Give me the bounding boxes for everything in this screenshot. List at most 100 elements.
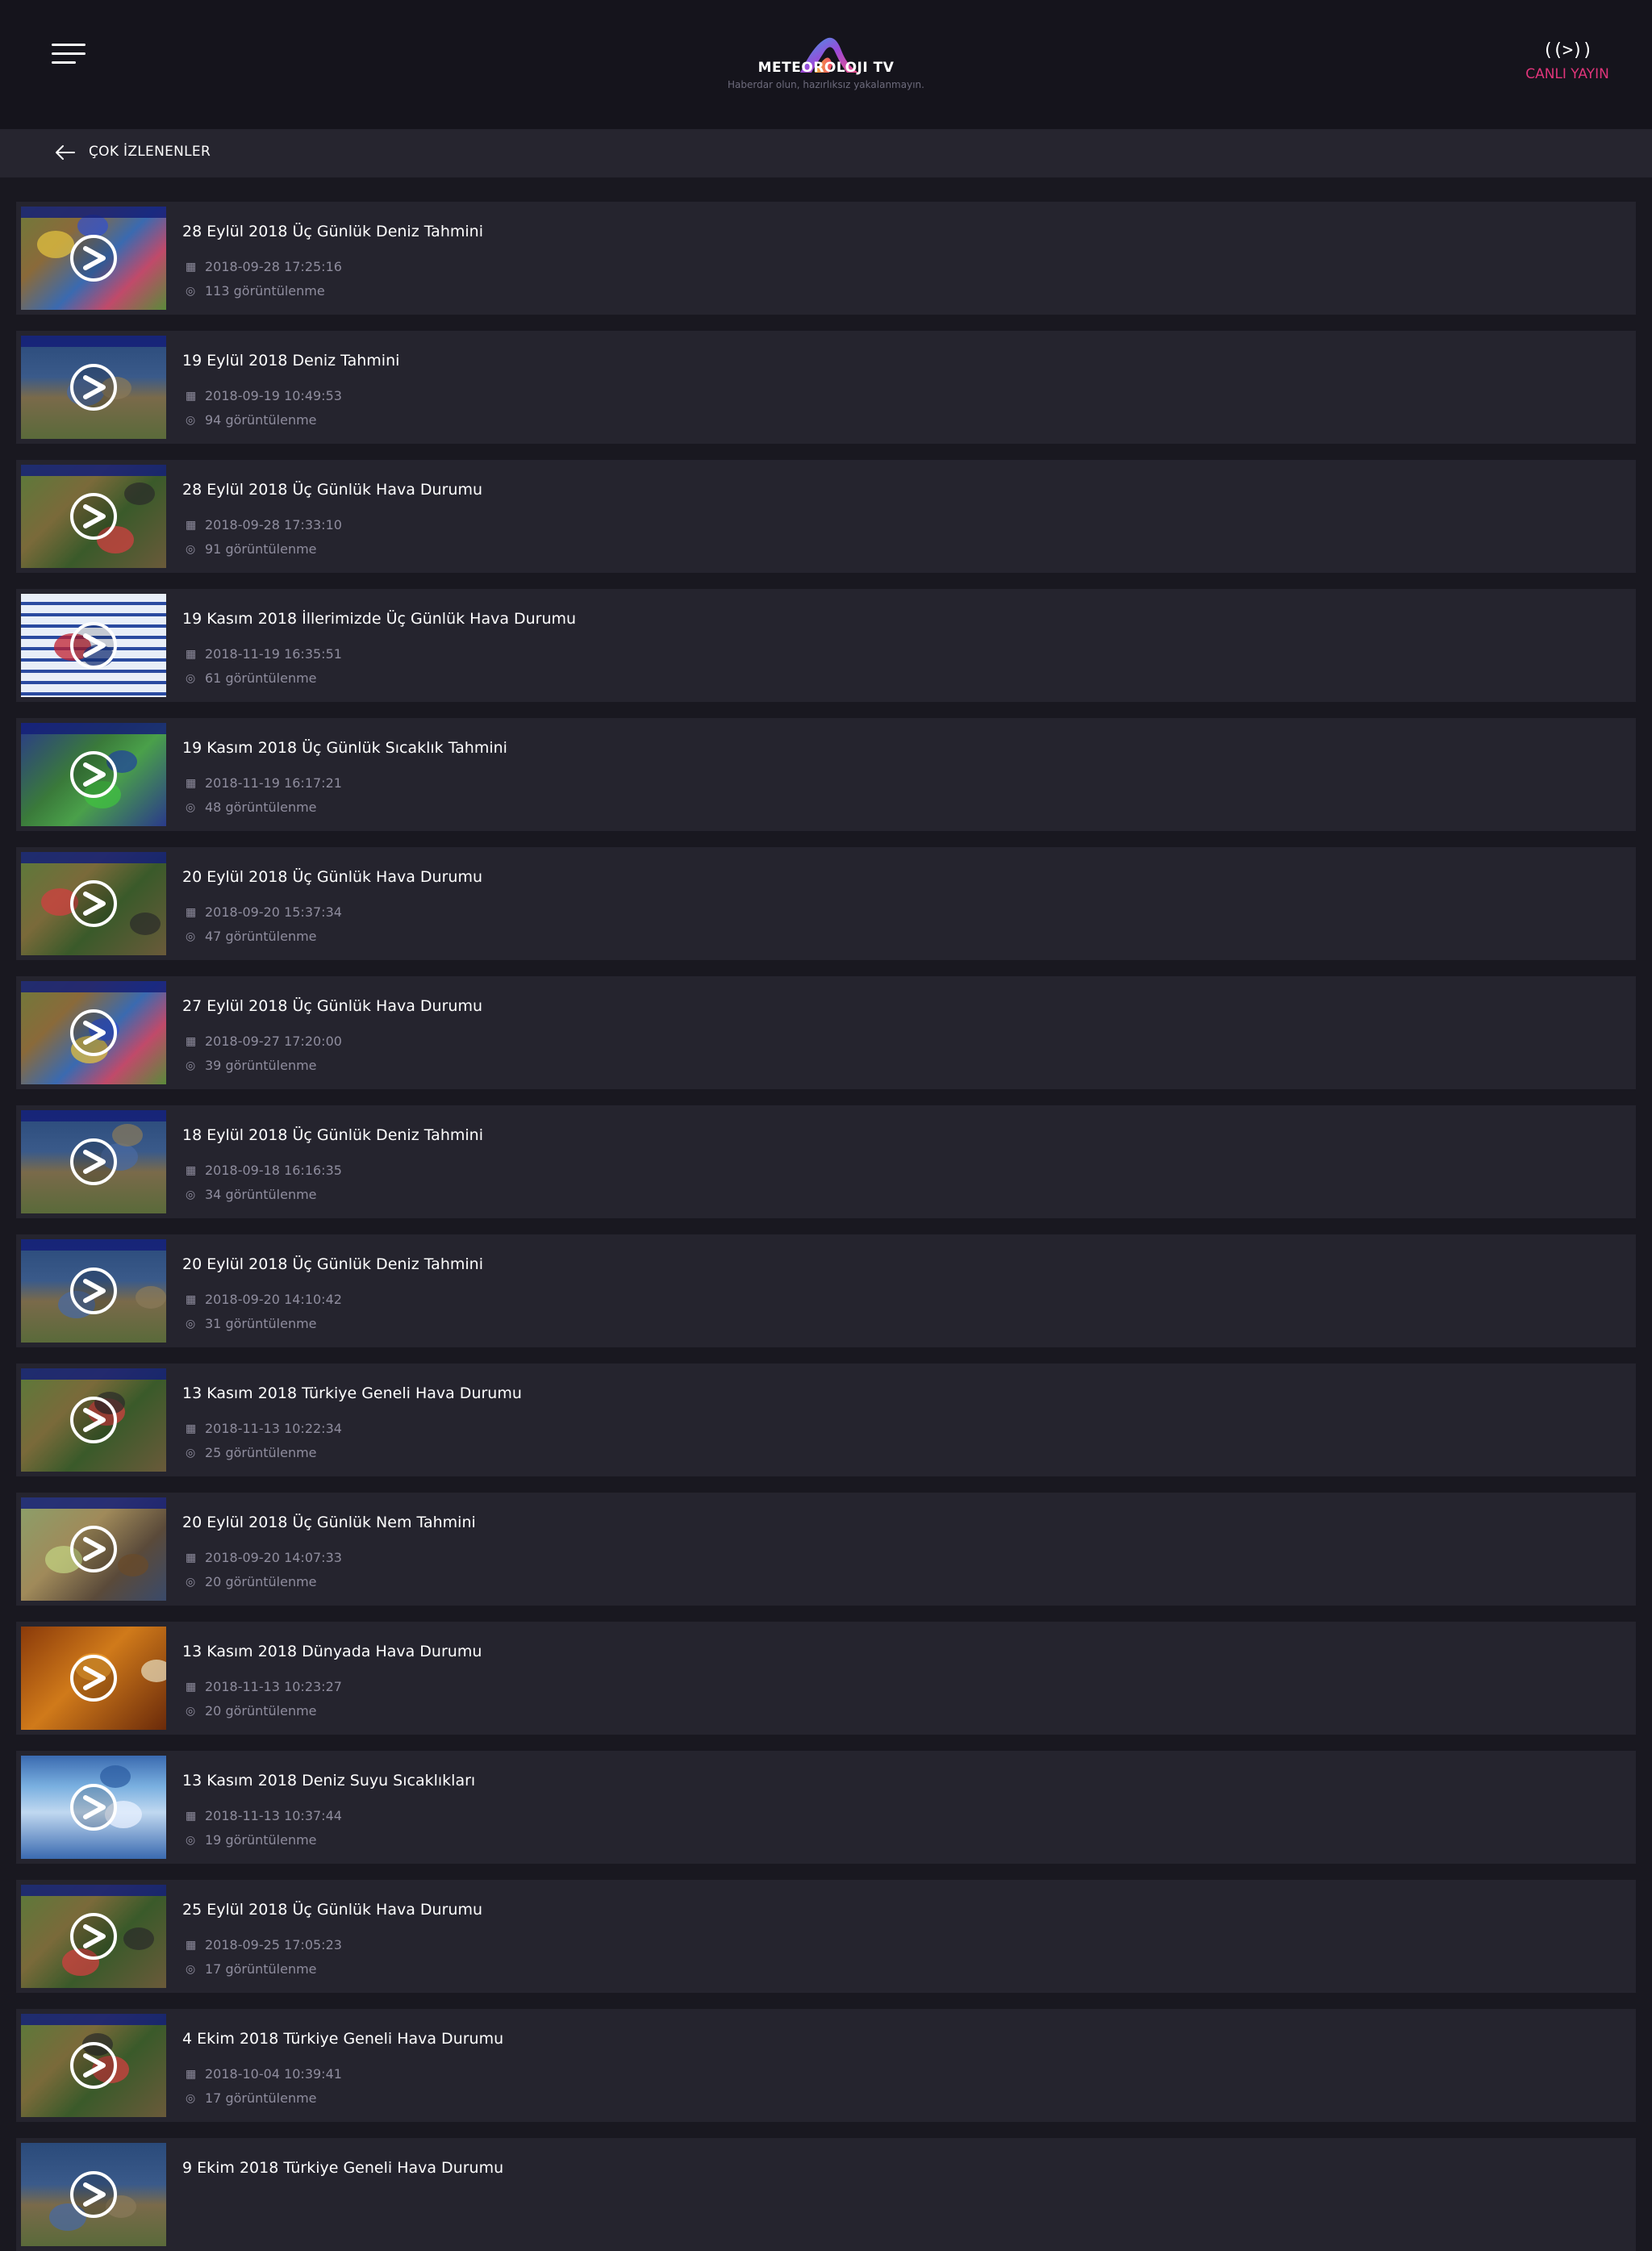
thumbnail-date-band [21,1497,166,1509]
live-stream-label: CANLI YAYIN [1525,66,1609,82]
brand-logo[interactable]: METEOROLOJI TV Haberdar olun, hazırlıksı… [710,32,942,97]
video-card[interactable]: 19 Kasım 2018 İllerimizde Üç Günlük Hava… [16,589,1636,702]
play-icon[interactable] [69,1525,118,1573]
video-date-text: 2018-10-04 10:39:41 [205,2066,342,2082]
video-views: ◎ 25 görüntülenme [186,1444,317,1460]
video-title[interactable]: 18 Eylül 2018 Üç Günlük Deniz Tahmini [182,1126,483,1144]
video-views: ◎ 91 görüntülenme [186,541,317,557]
eye-icon: ◎ [186,800,196,814]
play-icon[interactable] [69,363,118,411]
video-thumbnail[interactable] [21,981,166,1084]
video-views: ◎ 47 görüntülenme [186,928,317,944]
play-icon[interactable] [69,234,118,282]
video-thumbnail[interactable] [21,723,166,826]
thumbnail-date-band [21,1110,166,1121]
play-icon[interactable] [69,2170,118,2219]
video-date: ▦ 2018-09-20 14:10:42 [186,1291,342,1307]
calendar-icon: ▦ [186,1293,197,1306]
video-title[interactable]: 28 Eylül 2018 Üç Günlük Hava Durumu [182,481,482,499]
video-thumbnail[interactable] [21,207,166,310]
video-title[interactable]: 19 Kasım 2018 Üç Günlük Sıcaklık Tahmini [182,739,507,757]
video-card[interactable]: 19 Kasım 2018 Üç Günlük Sıcaklık Tahmini… [16,718,1636,831]
video-card[interactable]: 28 Eylül 2018 Üç Günlük Hava Durumu ▦ 2018… [16,460,1636,573]
video-title[interactable]: 20 Eylül 2018 Üç Günlük Deniz Tahmini [182,1255,483,1273]
video-thumbnail[interactable] [21,1239,166,1343]
play-icon[interactable] [69,1396,118,1444]
play-icon[interactable] [69,1009,118,1057]
video-title[interactable]: 13 Kasım 2018 Türkiye Geneli Hava Durumu [182,1384,522,1402]
video-title[interactable]: 19 Kasım 2018 İllerimizde Üç Günlük Hava… [182,610,576,628]
play-icon[interactable] [69,1654,118,1702]
video-card[interactable]: 13 Kasım 2018 Türkiye Geneli Hava Durumu… [16,1364,1636,1476]
video-date: ▦ 2018-09-19 10:49:53 [186,387,342,403]
calendar-icon: ▦ [186,776,197,790]
video-views: ◎ 31 görüntülenme [186,1315,317,1331]
video-views: ◎ 113 görüntülenme [186,282,325,299]
play-icon[interactable] [69,1267,118,1315]
video-date-text: 2018-09-19 10:49:53 [205,388,342,403]
play-icon[interactable] [69,1783,118,1831]
eye-icon: ◎ [186,1446,196,1460]
video-card[interactable]: 28 Eylül 2018 Üç Günlük Deniz Tahmini ▦ 20… [16,202,1636,315]
video-views: ◎ 39 görüntülenme [186,1057,317,1073]
menu-icon[interactable] [52,44,86,68]
video-thumbnail[interactable] [21,1497,166,1601]
video-thumbnail[interactable] [21,852,166,955]
play-icon[interactable] [69,1912,118,1961]
video-date: ▦ 2018-09-20 15:37:34 [186,904,342,920]
play-icon[interactable] [69,2041,118,2090]
video-thumbnail[interactable] [21,1627,166,1730]
arrow-left-icon[interactable] [53,140,77,165]
video-thumbnail[interactable] [21,1885,166,1988]
video-views-text: 39 görüntülenme [205,1058,317,1073]
video-thumbnail[interactable] [21,594,166,697]
video-thumbnail[interactable] [21,1756,166,1859]
video-thumbnail[interactable] [21,1368,166,1472]
calendar-icon: ▦ [186,1034,197,1048]
video-title[interactable]: 27 Eylül 2018 Üç Günlük Hava Durumu [182,997,482,1015]
video-views-text: 19 görüntülenme [205,1832,317,1848]
video-card[interactable]: 25 Eylül 2018 Üç Günlük Hava Durumu ▦ 2018… [16,1880,1636,1993]
video-title[interactable]: 13 Kasım 2018 Dünyada Hava Durumu [182,1643,482,1660]
video-title[interactable]: 25 Eylül 2018 Üç Günlük Hava Durumu [182,1901,482,1919]
play-icon[interactable] [69,879,118,928]
video-title[interactable]: 13 Kasım 2018 Deniz Suyu Sıcaklıkları [182,1772,475,1790]
video-card[interactable]: 19 Eylül 2018 Deniz Tahmini ▦ 2018-09-19 1… [16,331,1636,444]
video-card[interactable]: 9 Ekim 2018 Türkiye Geneli Hava Durumu▦◎ [16,2138,1636,2251]
video-title[interactable]: 9 Ekim 2018 Türkiye Geneli Hava Durumu [182,2159,503,2177]
video-card[interactable]: 20 Eylül 2018 Üç Günlük Deniz Tahmini ▦ 20… [16,1234,1636,1347]
live-stream-button[interactable]: ((>)) CANLI YAYIN [1523,40,1612,82]
video-thumbnail[interactable] [21,1110,166,1213]
video-card[interactable]: 20 Eylül 2018 Üç Günlük Hava Durumu ▦ 2018… [16,847,1636,960]
video-date-text: 2018-09-28 17:33:10 [205,517,342,532]
video-date-text: 2018-11-19 16:35:51 [205,646,342,662]
play-icon[interactable] [69,750,118,799]
calendar-icon: ▦ [186,518,197,532]
video-title[interactable]: 28 Eylül 2018 Üç Günlük Deniz Tahmini [182,223,483,240]
video-views: ◎ 94 görüntülenme [186,411,317,428]
video-card[interactable]: 27 Eylül 2018 Üç Günlük Hava Durumu ▦ 2018… [16,976,1636,1089]
play-icon[interactable] [69,492,118,541]
video-title[interactable]: 20 Eylül 2018 Üç Günlük Hava Durumu [182,868,482,886]
video-thumbnail[interactable] [21,2014,166,2117]
video-views-text: 17 görüntülenme [205,2090,317,2106]
video-card[interactable]: 13 Kasım 2018 Dünyada Hava Durumu ▦ 2018-1… [16,1622,1636,1735]
eye-icon: ◎ [186,542,196,556]
video-card[interactable]: 13 Kasım 2018 Deniz Suyu Sıcaklıkları ▦ 20… [16,1751,1636,1864]
video-thumbnail[interactable] [21,2143,166,2246]
video-date-text: 2018-09-27 17:20:00 [205,1034,342,1049]
video-thumbnail[interactable] [21,336,166,439]
video-views: ◎ 34 görüntülenme [186,1186,317,1202]
video-title[interactable]: 20 Eylül 2018 Üç Günlük Nem Tahmini [182,1514,476,1531]
play-icon[interactable] [69,621,118,670]
play-icon[interactable] [69,1138,118,1186]
video-card[interactable]: 20 Eylül 2018 Üç Günlük Nem Tahmini ▦ 2018… [16,1493,1636,1606]
video-views: ◎ 61 görüntülenme [186,670,317,686]
video-thumbnail[interactable] [21,465,166,568]
eye-icon: ◎ [186,1833,196,1847]
video-card[interactable]: 18 Eylül 2018 Üç Günlük Deniz Tahmini ▦ 20… [16,1105,1636,1218]
video-title[interactable]: 4 Ekim 2018 Türkiye Geneli Hava Durumu [182,2030,503,2048]
video-title[interactable]: 19 Eylül 2018 Deniz Tahmini [182,352,399,370]
thumbnail-date-band [21,336,166,347]
video-card[interactable]: 4 Ekim 2018 Türkiye Geneli Hava Durumu ▦ 2… [16,2009,1636,2122]
